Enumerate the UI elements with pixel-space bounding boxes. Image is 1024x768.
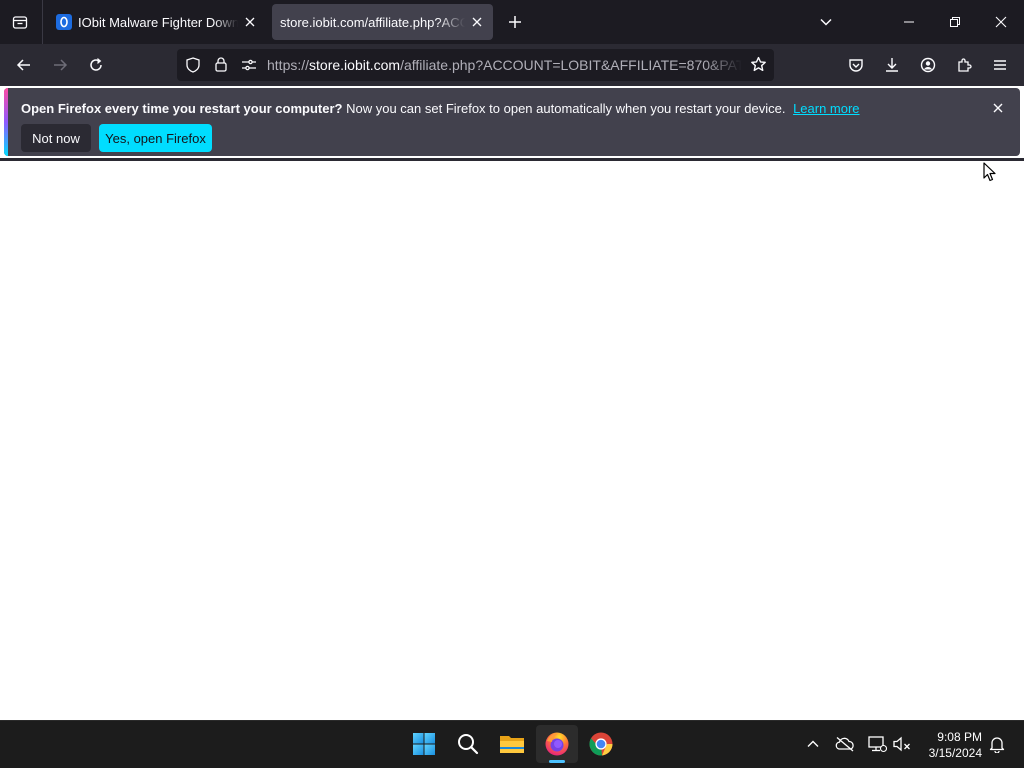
plus-icon [509, 16, 521, 28]
firefox-running-indicator [549, 760, 565, 763]
page-content[interactable] [0, 161, 1024, 720]
network-tray-button[interactable] [865, 732, 889, 756]
app-menu-button[interactable] [985, 50, 1015, 80]
pocket-icon [849, 59, 863, 72]
extensions-button[interactable] [949, 50, 979, 80]
tab-divider [42, 0, 43, 44]
account-icon [920, 57, 936, 73]
close-window-button[interactable] [978, 0, 1024, 44]
list-all-tabs-button[interactable] [814, 0, 838, 44]
onedrive-tray-button[interactable] [833, 732, 857, 756]
back-button[interactable] [9, 50, 39, 80]
notification-text: Now you can set Firefox to open automati… [346, 101, 786, 116]
account-button[interactable] [913, 50, 943, 80]
onedrive-offline-icon [835, 737, 854, 752]
tab-title: IObit Malware Fighter Download [78, 14, 238, 30]
not-now-button[interactable]: Not now [21, 124, 91, 152]
network-icon [868, 736, 887, 753]
mouse-pointer-icon [983, 162, 997, 182]
hamburger-menu-icon [994, 60, 1006, 70]
tab-store-affiliate[interactable]: store.iobit.com/affiliate.php?ACCOUNT=LO… [272, 4, 493, 40]
yes-open-firefox-button[interactable]: Yes, open Firefox [99, 124, 212, 152]
url-text[interactable]: https://store.iobit.com/affiliate.php?AC… [267, 57, 742, 73]
folder-icon [500, 736, 524, 753]
reload-icon [90, 58, 102, 71]
clock-time: 9:08 PM [937, 730, 982, 744]
chrome-taskbar-button[interactable] [585, 728, 617, 760]
taskbar-search-button[interactable] [452, 728, 484, 760]
minimize-button[interactable] [886, 0, 932, 44]
reload-button[interactable] [81, 50, 111, 80]
pocket-button[interactable] [841, 50, 871, 80]
new-tab-button[interactable] [503, 0, 527, 44]
url-host: store.iobit.com [309, 57, 401, 73]
tracking-protection-icon[interactable] [185, 57, 201, 73]
firefox-view-icon [12, 16, 28, 29]
close-notification-icon[interactable] [990, 100, 1006, 116]
notification-bar: Open Firefox every time you restart your… [4, 88, 1020, 156]
notification-title: Open Firefox every time you restart your… [21, 101, 343, 116]
tab-iobit-download[interactable]: IObit Malware Fighter Download [48, 4, 266, 40]
permissions-icon[interactable] [241, 57, 257, 73]
tab-strip: IObit Malware Fighter Download store.iob… [0, 0, 1024, 44]
notification-message: Open Firefox every time you restart your… [21, 101, 860, 116]
firefox-view-button[interactable] [6, 0, 34, 44]
windows-logo-icon [413, 733, 435, 755]
forward-arrow-icon [54, 59, 68, 71]
file-explorer-button[interactable] [496, 728, 528, 760]
learn-more-link[interactable]: Learn more [793, 101, 859, 116]
forward-button[interactable] [45, 50, 75, 80]
iobit-favicon-icon [56, 14, 72, 30]
search-icon [458, 734, 479, 755]
url-scheme: https:// [267, 57, 310, 73]
downloads-button[interactable] [877, 50, 907, 80]
chrome-logo-icon [589, 732, 613, 756]
volume-tray-button[interactable] [890, 732, 914, 756]
chevron-down-icon [820, 18, 832, 26]
tab-title: store.iobit.com/affiliate.php?ACCOUNT=LO… [280, 14, 465, 30]
notification-accent-stripe [4, 88, 8, 156]
close-tab-icon[interactable] [469, 14, 485, 30]
puzzle-icon [958, 58, 972, 72]
download-icon [886, 58, 898, 72]
restore-icon [950, 17, 960, 27]
firefox-logo-icon [545, 732, 569, 756]
bookmark-star-icon[interactable] [750, 56, 767, 73]
speaker-muted-icon [893, 736, 910, 752]
lock-icon[interactable] [213, 56, 229, 72]
taskbar-clock[interactable]: 9:08 PM 3/15/2024 [916, 729, 982, 761]
minimize-icon [904, 21, 914, 23]
close-icon [995, 16, 1007, 28]
close-tab-icon[interactable] [242, 14, 258, 30]
show-hidden-icons-button[interactable] [801, 732, 825, 756]
url-path: /affiliate.php?ACCOUNT=LOBIT&AFFILIATE=8… [400, 57, 742, 73]
notifications-tray-button[interactable] [985, 732, 1009, 756]
firefox-taskbar-button[interactable] [541, 728, 573, 760]
clock-date: 3/15/2024 [928, 746, 982, 760]
chevron-up-icon [807, 740, 819, 747]
start-button[interactable] [408, 728, 440, 760]
back-arrow-icon [16, 59, 30, 71]
restore-button[interactable] [932, 0, 978, 44]
bell-icon [989, 737, 1005, 753]
